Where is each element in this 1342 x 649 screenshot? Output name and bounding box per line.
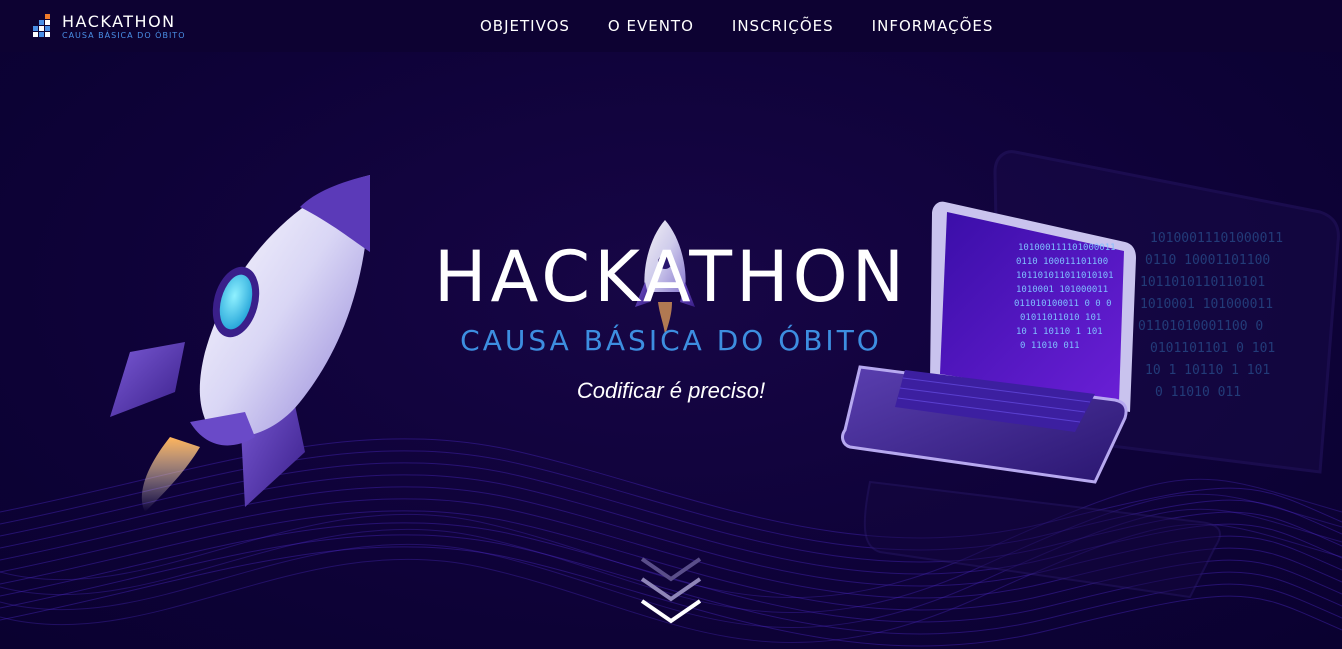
logo-title: HACKATHON [62,12,176,31]
main-nav: OBJETIVOS O EVENTO INSCRIÇÕES INFORMAÇÕE… [480,17,1031,35]
double-chevron-down-icon[interactable] [637,555,705,629]
hero-subtitle: CAUSA BÁSICA DO ÓBITO [460,324,882,357]
hero-section: 10100011101000011 0110 10001101100 10110… [0,52,1342,649]
top-navbar: HACKATHON CAUSA BÁSICA DO ÓBITO OBJETIVO… [0,0,1342,52]
nav-informacoes[interactable]: INFORMAÇÕES [872,17,994,35]
hero-title: HACKATHON [433,236,909,318]
hero-tagline: Codificar é preciso! [576,378,766,403]
svg-text:10 1 10110 1 101: 10 1 10110 1 101 [1145,363,1270,378]
logo-pixel-icon [28,12,58,42]
logo-subtitle: CAUSA BÁSICA DO ÓBITO [62,31,186,40]
nav-o-evento[interactable]: O EVENTO [608,17,694,35]
nav-inscricoes[interactable]: INSCRIÇÕES [732,17,834,35]
nav-objetivos[interactable]: OBJETIVOS [480,17,570,35]
logo[interactable]: HACKATHON CAUSA BÁSICA DO ÓBITO [28,12,185,42]
